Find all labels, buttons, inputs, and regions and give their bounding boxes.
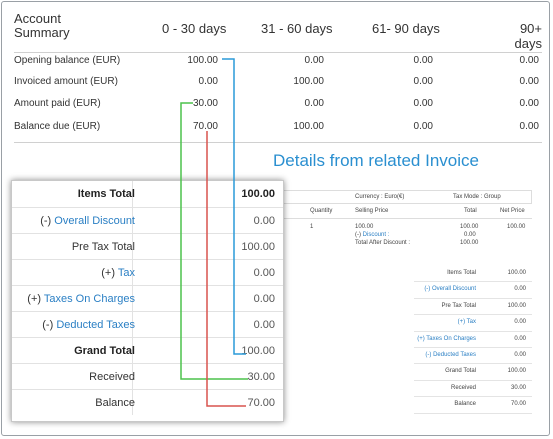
prefix-minus: (-) bbox=[40, 215, 52, 227]
cell-value: 0.00 bbox=[413, 98, 433, 109]
line-total-value: 100.00 bbox=[460, 224, 479, 230]
cell-value: 100.00 bbox=[187, 55, 218, 66]
taxes-on-charges-label: (+) Taxes On Charges bbox=[27, 293, 135, 305]
cell-value: 0.00 bbox=[519, 55, 539, 66]
line-total-value: 100.00 bbox=[460, 240, 479, 246]
items-total-value: 100.00 bbox=[241, 188, 275, 200]
col-selling-price: Selling Price bbox=[355, 208, 389, 214]
line-total-value: 0.00 bbox=[464, 232, 476, 238]
cell-value: 0.00 bbox=[198, 76, 218, 87]
invoice-column-headers: Quantity Selling Price Total Net Price bbox=[282, 204, 532, 219]
cell-value: 0.00 bbox=[519, 121, 539, 132]
summary-title-line1: Account bbox=[14, 11, 61, 26]
list-item: (-) Overall Discount 0.00 bbox=[414, 282, 532, 299]
tax-value: 0.00 bbox=[253, 267, 275, 279]
taxes-on-charges-row: (+) Taxes On Charges 0.00 bbox=[12, 285, 283, 311]
grand-total-row: Grand Total 100.00 bbox=[12, 337, 283, 363]
deducted-taxes-link[interactable]: Deducted Taxes bbox=[56, 319, 135, 331]
list-item: (+) Taxes On Charges 0.00 bbox=[414, 332, 532, 348]
taxes-on-charges-link[interactable]: Taxes On Charges bbox=[44, 293, 135, 305]
balance-value: 70.00 bbox=[247, 397, 275, 409]
received-row: Received 30.00 bbox=[12, 363, 283, 389]
deducted-taxes-value: 0.00 bbox=[253, 319, 275, 331]
cell-value: 0.00 bbox=[304, 55, 324, 66]
items-total-row: Items Total 100.00 bbox=[12, 181, 283, 207]
cell-value: 0.00 bbox=[413, 55, 433, 66]
taxes-on-charges-value: 0.00 bbox=[253, 293, 275, 305]
currency-label: Currency : Euro(€) bbox=[355, 194, 405, 200]
list-item: Received 30.00 bbox=[414, 381, 532, 398]
account-summary-table: Account Summary 0 - 30 days 31 - 60 days… bbox=[14, 12, 542, 143]
cell-value: 0.00 bbox=[304, 98, 324, 109]
grand-total-value: 100.00 bbox=[241, 345, 275, 357]
pre-tax-total-value: 100.00 bbox=[241, 241, 275, 253]
column-header-61-90: 61- 90 days bbox=[372, 21, 440, 36]
list-item: Grand Total 100.00 bbox=[414, 364, 532, 381]
balance-row: Balance 70.00 bbox=[12, 389, 283, 415]
line-net-price: 100.00 bbox=[507, 224, 526, 230]
list-item: (-) Deducted Taxes 0.00 bbox=[414, 348, 532, 365]
line-discount[interactable]: (-) Discount : bbox=[355, 232, 389, 238]
items-total-label: Items Total bbox=[77, 188, 135, 200]
summary-divider bbox=[14, 142, 542, 143]
list-item: Pre Tax Total 100.00 bbox=[414, 299, 532, 316]
cell-value: 0.00 bbox=[413, 76, 433, 87]
table-row: Balance due (EUR) 70.00 100.00 0.00 0.00 bbox=[14, 121, 542, 137]
cell-value: 100.00 bbox=[293, 121, 324, 132]
tax-mode-label: Tax Mode : Group bbox=[453, 194, 501, 200]
col-quantity: Quantity bbox=[310, 208, 333, 214]
summary-title-line2: Summary bbox=[14, 25, 70, 40]
col-net-price: Net Price bbox=[500, 208, 525, 214]
balance-label: Balance bbox=[95, 397, 135, 409]
tax-label: (+) Tax bbox=[101, 267, 135, 279]
col-total: Total bbox=[464, 208, 477, 214]
column-header-0-30: 0 - 30 days bbox=[162, 21, 227, 36]
details-title: Details from related Invoice bbox=[273, 151, 479, 170]
cell-value: 30.00 bbox=[192, 98, 218, 109]
tax-link[interactable]: Tax bbox=[118, 267, 135, 279]
line-price: 100.00 bbox=[355, 224, 374, 230]
received-value: 30.00 bbox=[247, 371, 275, 383]
cell-value: 0.00 bbox=[519, 76, 539, 87]
table-row: Invoiced amount (EUR) 0.00 100.00 0.00 0… bbox=[14, 76, 542, 92]
row-label: Invoiced amount (EUR) bbox=[14, 76, 118, 87]
list-item: Items Total 100.00 bbox=[414, 266, 532, 283]
line-quantity: 1 bbox=[310, 224, 314, 230]
cell-value: 100.00 bbox=[293, 76, 324, 87]
cell-value: 70.00 bbox=[192, 121, 218, 132]
invoice-header-bar: Currency : Euro(€) Tax Mode : Group bbox=[282, 190, 532, 204]
row-label: Balance due (EUR) bbox=[14, 121, 101, 132]
tax-row: (+) Tax 0.00 bbox=[12, 259, 283, 285]
pre-tax-total-label: Pre Tax Total bbox=[71, 241, 135, 253]
cell-value: 0.00 bbox=[519, 98, 539, 109]
row-label: Amount paid (EUR) bbox=[14, 98, 101, 109]
pre-tax-total-row: Pre Tax Total 100.00 bbox=[12, 233, 283, 259]
deducted-taxes-row: (-) Deducted Taxes 0.00 bbox=[12, 311, 283, 337]
column-header-90-plus: 90+ days bbox=[514, 21, 542, 51]
cell-value: 0.00 bbox=[413, 121, 433, 132]
invoice-totals-panel: Items Total 100.00 (-) Overall Discount … bbox=[11, 180, 284, 422]
row-label: Opening balance (EUR) bbox=[14, 55, 121, 66]
summary-header: Account Summary 0 - 30 days 31 - 60 days… bbox=[14, 12, 542, 53]
overall-discount-link[interactable]: Overall Discount bbox=[54, 215, 135, 227]
table-row: Amount paid (EUR) 30.00 0.00 0.00 0.00 bbox=[14, 98, 542, 114]
prefix-plus: (+) bbox=[101, 267, 116, 279]
column-header-31-60: 31 - 60 days bbox=[261, 21, 333, 36]
invoice-totals-small: Items Total 100.00 (-) Overall Discount 0.… bbox=[414, 266, 532, 414]
prefix-plus: (+) bbox=[27, 293, 42, 305]
grand-total-label: Grand Total bbox=[74, 345, 135, 357]
list-item: (+) Tax 0.00 bbox=[414, 315, 532, 332]
overall-discount-label: (-) Overall Discount bbox=[40, 215, 135, 227]
line-total-after-discount: Total After Discount : bbox=[355, 240, 411, 246]
overall-discount-row: (-) Overall Discount 0.00 bbox=[12, 207, 283, 233]
prefix-minus: (-) bbox=[42, 319, 54, 331]
summary-title: Account Summary bbox=[14, 12, 70, 40]
table-row: Opening balance (EUR) 100.00 0.00 0.00 0… bbox=[14, 55, 542, 71]
received-label: Received bbox=[89, 371, 135, 383]
list-item: Balance 70.00 bbox=[414, 397, 532, 414]
overall-discount-value: 0.00 bbox=[253, 215, 275, 227]
deducted-taxes-label: (-) Deducted Taxes bbox=[42, 319, 135, 331]
